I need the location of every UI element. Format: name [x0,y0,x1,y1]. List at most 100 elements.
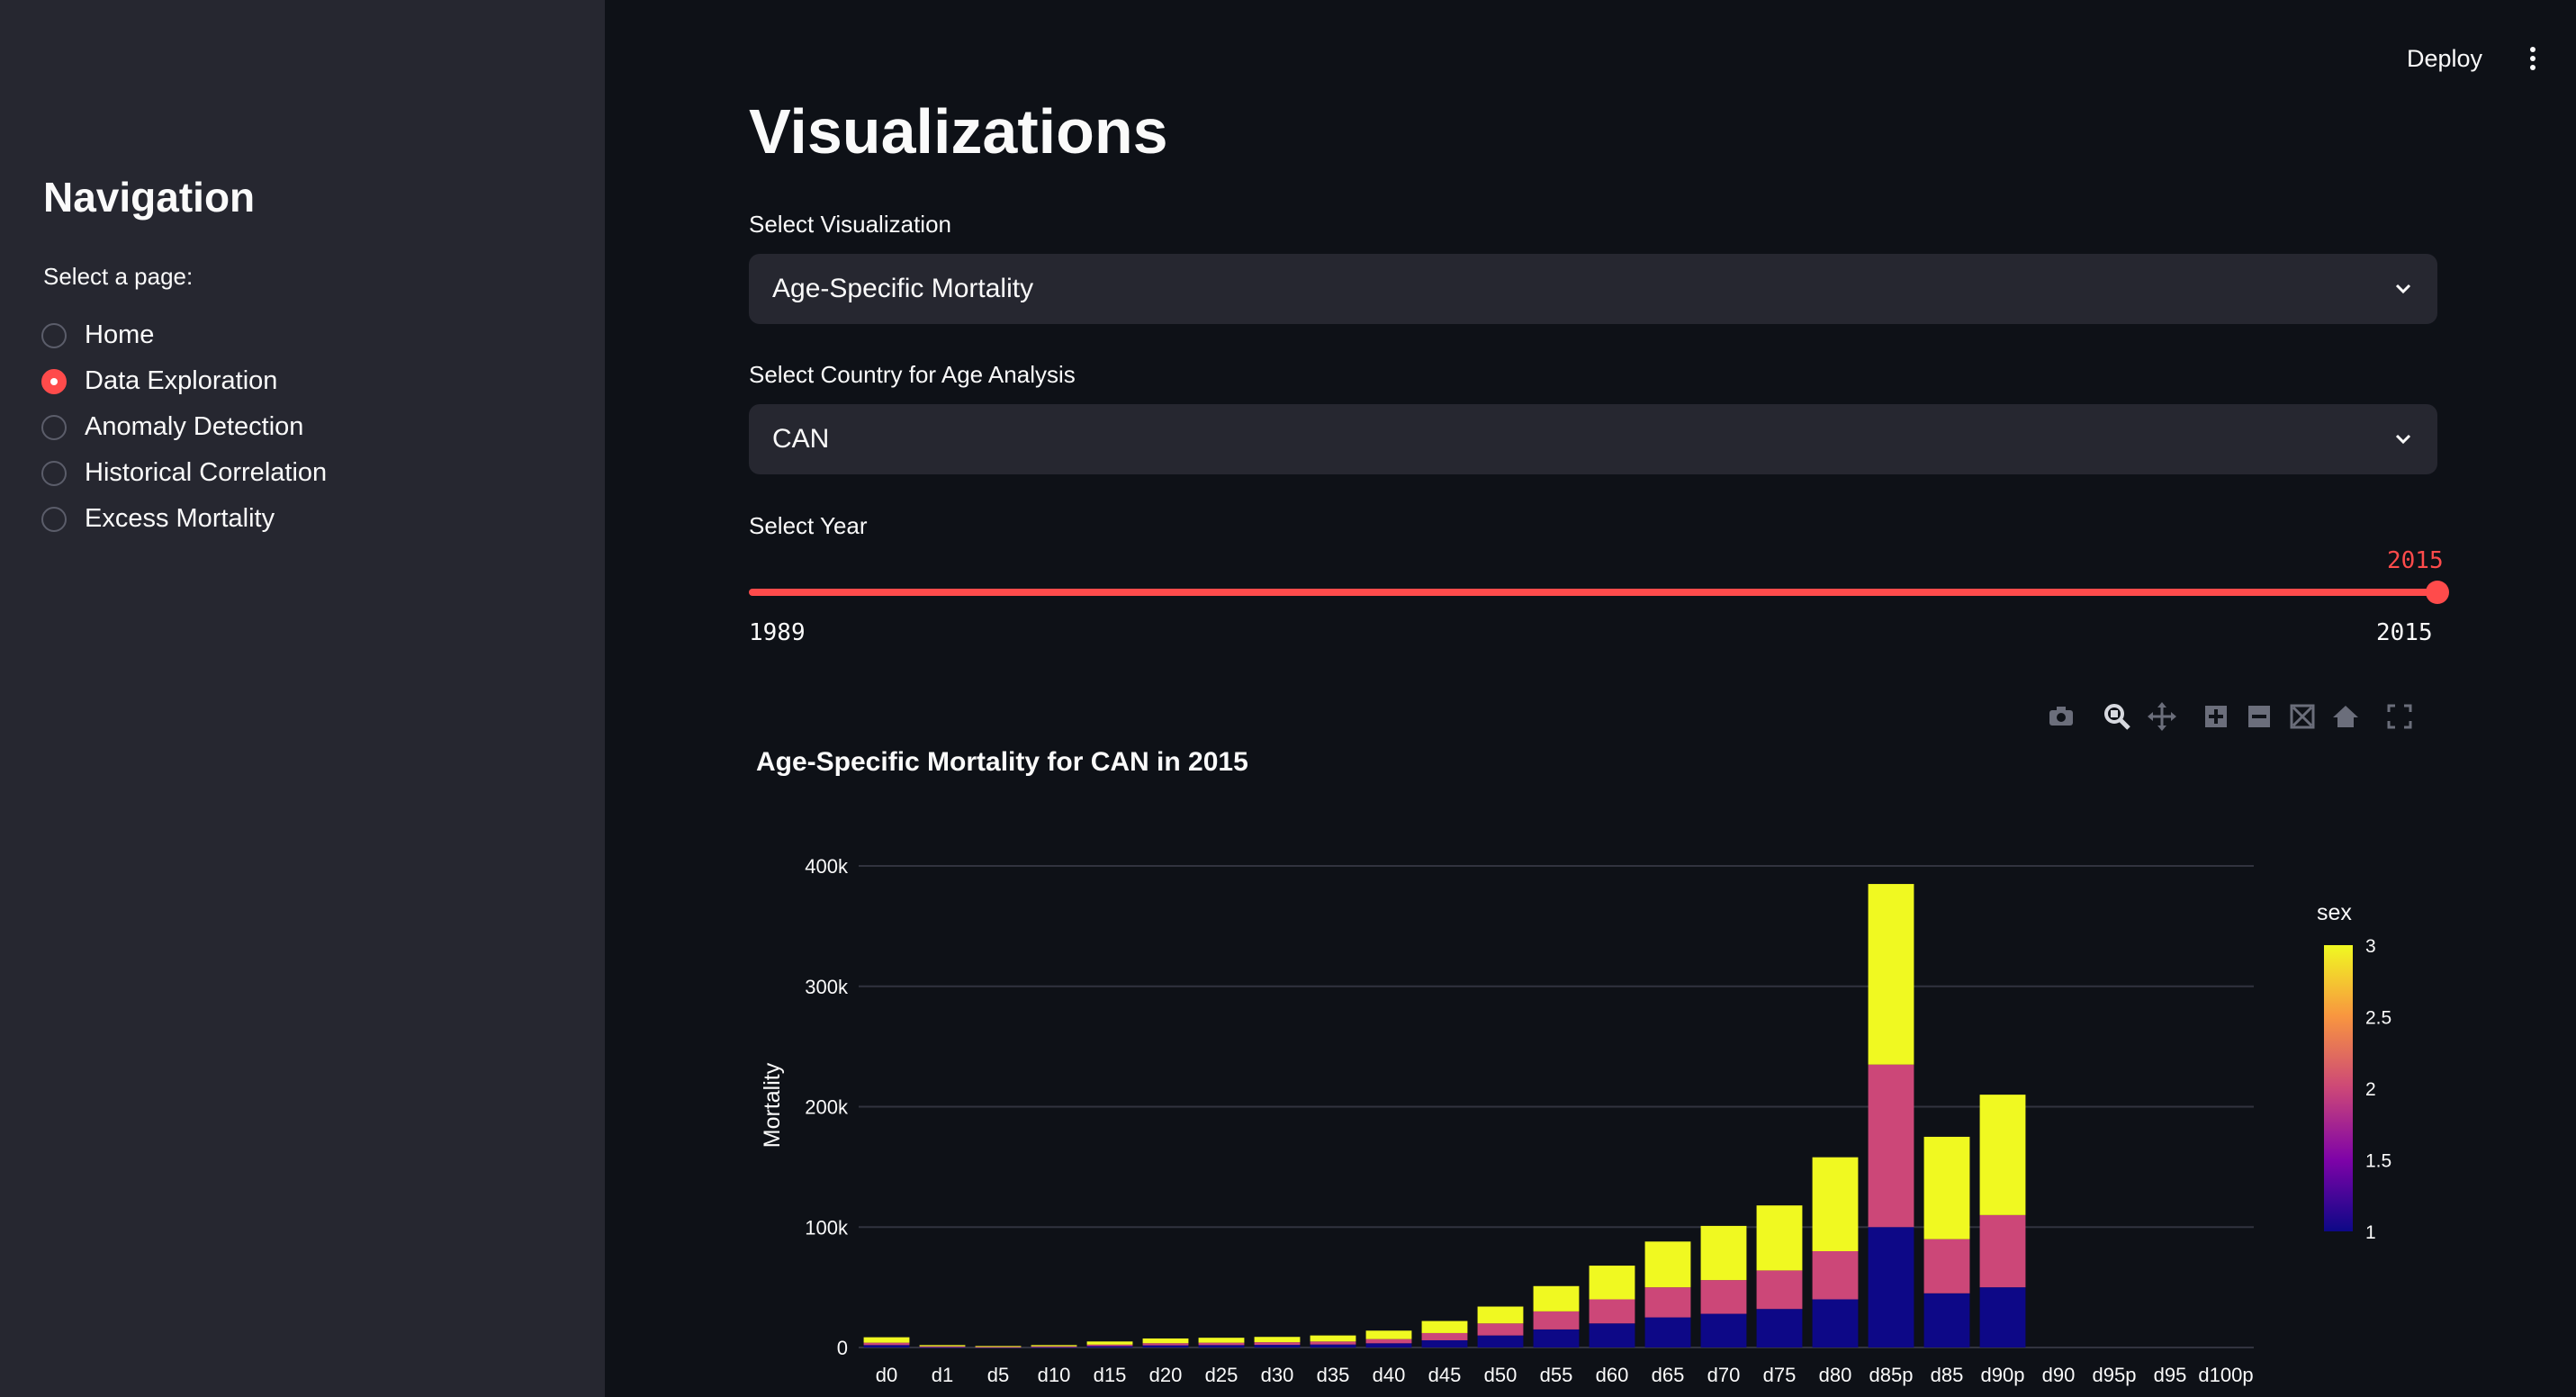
bar-segment[interactable] [1198,1342,1245,1346]
bar-segment[interactable] [1644,1317,1691,1347]
bar-segment[interactable] [1365,1330,1412,1339]
bar-segment[interactable] [1700,1280,1747,1314]
chevron-down-icon [2395,434,2411,445]
kebab-menu-icon[interactable] [2529,47,2536,72]
radio-button[interactable] [41,506,67,532]
nav-item-data-exploration[interactable]: Data Exploration [41,358,327,404]
bar-segment[interactable] [1086,1344,1133,1347]
bar-segment[interactable] [1086,1346,1133,1347]
bar-segment[interactable] [1812,1157,1859,1251]
bar-segment[interactable] [1533,1285,1580,1311]
x-tick-label: d90 [2042,1364,2076,1386]
bar-segment[interactable] [1142,1338,1189,1344]
x-tick-label: d90p [1981,1364,2025,1386]
y-tick-label: 0 [837,1337,848,1359]
bar-segment[interactable] [1310,1341,1356,1345]
zoom-in-icon[interactable] [2198,698,2234,735]
bar-segment[interactable] [1589,1266,1635,1300]
bar-segment[interactable] [975,1346,1022,1347]
nav-item-home[interactable]: Home [41,312,327,358]
bar-segment[interactable] [1589,1299,1635,1324]
bar-segment[interactable] [1142,1345,1189,1347]
bar-segment[interactable] [1979,1095,2026,1215]
bar-segment[interactable] [1756,1270,1803,1310]
colorbar-tick-label: 3 [2365,936,2376,957]
year-slider-current-value: 2015 [2387,547,2444,574]
bar-segment[interactable] [1533,1311,1580,1329]
x-tick-label: d25 [1205,1364,1238,1386]
bar-segment[interactable] [1812,1251,1859,1300]
bar-segment[interactable] [1421,1320,1468,1333]
x-tick-label: d0 [876,1364,897,1386]
radio-button[interactable] [41,322,67,348]
bar-segment[interactable] [919,1345,966,1347]
bar-segment[interactable] [1812,1299,1859,1348]
x-tick-label: d95p [2093,1364,2137,1386]
bar-segment[interactable] [1644,1287,1691,1318]
zoom-out-icon[interactable] [2241,698,2277,735]
bar-segment[interactable] [1310,1335,1356,1342]
bar-segment[interactable] [1700,1225,1747,1281]
bar-segment[interactable] [863,1345,910,1347]
bar-segment[interactable] [1254,1337,1301,1343]
nav-item-historical-correlation[interactable]: Historical Correlation [41,450,327,496]
x-tick-label: d45 [1428,1364,1462,1386]
bar-segment[interactable] [1365,1343,1412,1347]
country-select[interactable]: CAN [749,404,2437,474]
year-slider-thumb[interactable] [2426,581,2449,604]
bar-segment[interactable] [863,1337,910,1343]
bar-segment[interactable] [1979,1214,2026,1288]
bar-segment[interactable] [1031,1345,1077,1347]
year-slider-track[interactable] [749,589,2437,596]
zoom-icon[interactable] [2099,698,2135,735]
bar-segment[interactable] [1923,1239,1970,1293]
bar-segment[interactable] [1979,1287,2026,1347]
sidebar: Navigation Select a page: Home Data Expl… [0,0,605,1397]
nav-item-excess-mortality[interactable]: Excess Mortality [41,496,327,542]
bar-segment[interactable] [1868,1064,1914,1228]
bar-segment[interactable] [1756,1205,1803,1271]
nav-item-anomaly-detection[interactable]: Anomaly Detection [41,404,327,450]
bar-segment[interactable] [1477,1335,1524,1347]
bar-segment[interactable] [1644,1241,1691,1288]
autoscale-icon[interactable] [2284,698,2320,735]
bar-segment[interactable] [1477,1323,1524,1336]
bar-segment[interactable] [1198,1345,1245,1347]
bar-segment[interactable] [1533,1329,1580,1347]
radio-button[interactable] [41,414,67,440]
y-tick-label: 400k [805,855,849,878]
bar-segment[interactable] [1923,1293,1970,1347]
bar-segment[interactable] [1700,1313,1747,1347]
chevron-down-icon [2395,284,2411,294]
colorbar-ticks: 1 1.5 2 2.5 3 [2365,936,2391,1243]
radio-button-selected[interactable] [41,368,67,394]
camera-icon[interactable] [2043,698,2079,735]
bar-segment[interactable] [1142,1343,1189,1346]
bar-segment[interactable] [1198,1338,1245,1343]
deploy-button[interactable]: Deploy [2407,45,2482,73]
colorbar-tick-label: 2.5 [2365,1008,2391,1029]
bar-segment[interactable] [1365,1338,1412,1344]
bar-segment[interactable] [1756,1309,1803,1347]
x-tick-label: d70 [1707,1364,1741,1386]
bar-segment[interactable] [1421,1332,1468,1340]
reset-axes-icon[interactable] [2328,698,2364,735]
bar-segment[interactable] [1868,1227,1914,1347]
bar-segment[interactable] [1477,1306,1524,1324]
bar-segment[interactable] [1923,1136,1970,1239]
pan-icon[interactable] [2144,698,2180,735]
bar-segment[interactable] [1310,1344,1356,1347]
bar-segment[interactable] [1254,1345,1301,1347]
bar-segment[interactable] [1868,884,1914,1065]
bar-segment[interactable] [1254,1342,1301,1346]
x-tick-label: d75 [1763,1364,1797,1386]
bar-segment[interactable] [1086,1341,1133,1345]
fullscreen-icon[interactable] [2382,698,2418,735]
bar-segment[interactable] [1589,1323,1635,1347]
bar-segment[interactable] [1421,1339,1468,1347]
viz-select[interactable]: Age-Specific Mortality [749,254,2437,324]
radio-button[interactable] [41,460,67,486]
year-slider-label: Select Year [749,512,868,539]
bar-segment[interactable] [863,1342,910,1346]
sidebar-title: Navigation [43,174,256,221]
